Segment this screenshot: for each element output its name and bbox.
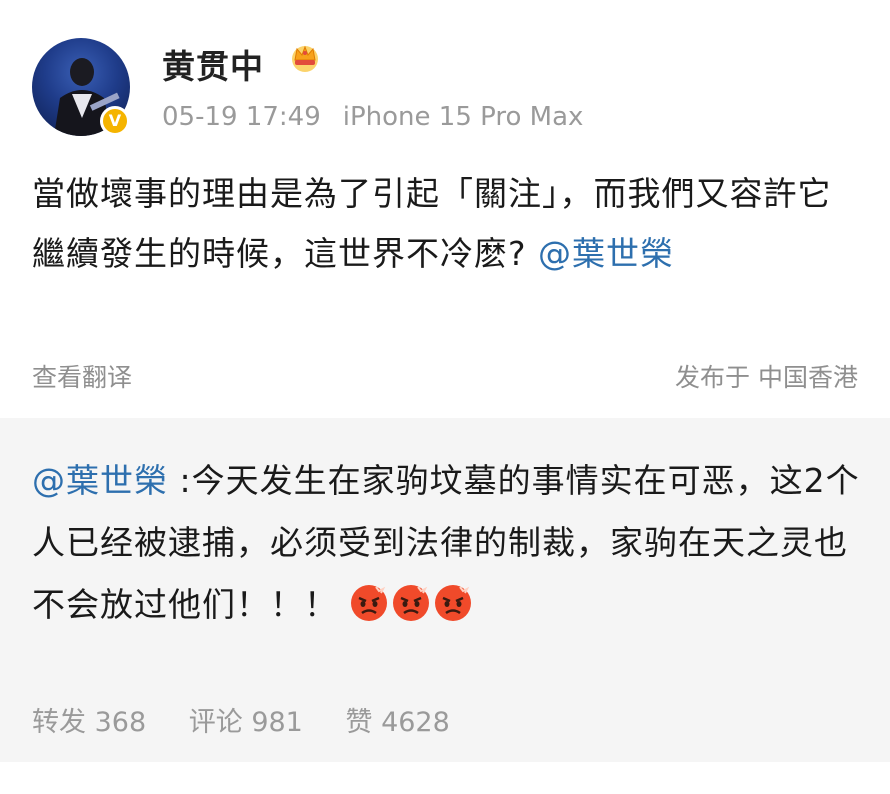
comment-stat[interactable]: 评论 981	[189, 707, 303, 738]
username[interactable]: 黄贯中	[162, 40, 264, 88]
verified-badge-icon: V	[100, 106, 130, 136]
retweet-stats: 转发 368 评论 981 赞 4628	[32, 700, 484, 739]
comment-count: 981	[251, 707, 303, 738]
location-label: 发布于 中国香港	[675, 363, 858, 392]
like-count: 4628	[381, 707, 450, 738]
timestamp: 05-19 17:49	[162, 102, 321, 132]
like-label: 赞	[345, 707, 373, 738]
retweet-content: @葉世榮 :今天发生在家驹坟墓的事情实在可恶，这2个人已经被逮捕，必须受到法律的…	[32, 450, 862, 636]
bottom-divider	[0, 762, 890, 794]
device-label: iPhone 15 Pro Max	[342, 102, 584, 132]
retweet-mention-link[interactable]: @葉世榮	[32, 461, 168, 500]
angry-face-icon	[434, 580, 472, 621]
comment-label: 评论	[188, 707, 243, 738]
translate-button[interactable]: 查看翻译	[32, 358, 132, 394]
crown-icon	[292, 45, 318, 72]
like-stat[interactable]: 赞 4628	[345, 707, 449, 738]
weibo-post: V 黄贯中 05-19 17:49 iPhone 15 Pro Max 當做壞事的…	[0, 0, 890, 418]
mention-link[interactable]: @葉世榮	[538, 234, 674, 273]
post-content: 當做壞事的理由是為了引起「關注」，而我們又容許它繼續發生的時候，這世界不冷麽? …	[32, 164, 862, 284]
angry-face-icon	[350, 580, 388, 621]
post-meta: 05-19 17:49 iPhone 15 Pro Max	[162, 102, 583, 132]
post-text: 當做壞事的理由是為了引起「關注」，而我們又容許它繼續發生的時候，這世界不冷麽?	[32, 174, 832, 273]
repost-count: 368	[94, 707, 147, 738]
repost-label: 转发	[32, 707, 86, 738]
angry-face-icon	[392, 580, 430, 621]
repost-stat[interactable]: 转发 368	[32, 707, 146, 738]
